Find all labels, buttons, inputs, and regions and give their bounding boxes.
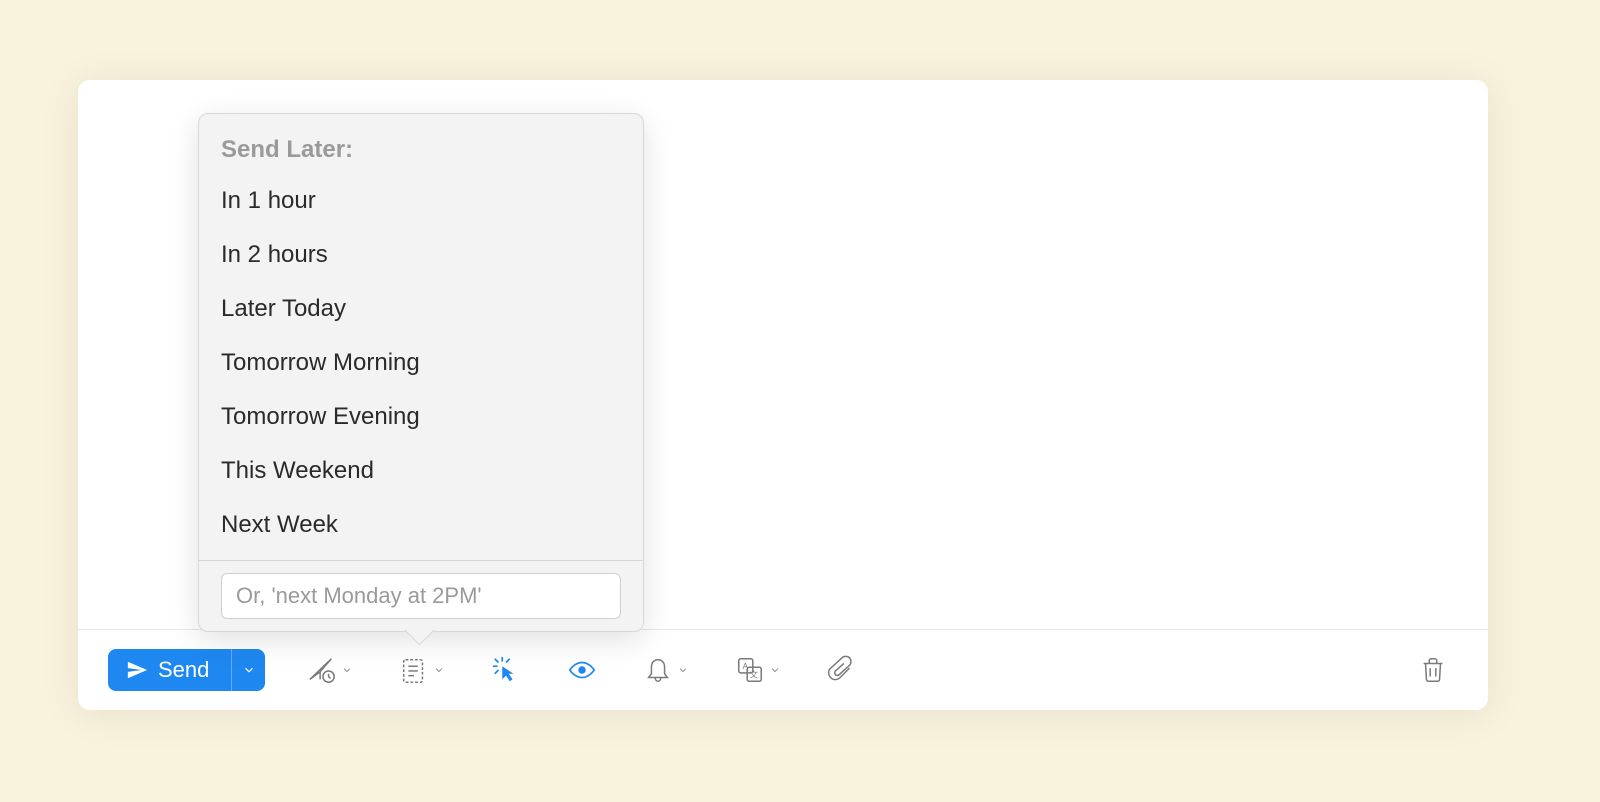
eye-icon <box>567 655 597 685</box>
send-later-option-weekend[interactable]: This Weekend <box>199 444 643 498</box>
paper-plane-icon <box>126 659 148 681</box>
chevron-down-icon <box>341 664 353 676</box>
send-button-group: Send <box>108 649 265 691</box>
bell-icon <box>643 655 673 685</box>
send-button-label: Send <box>158 657 209 683</box>
svg-text:文: 文 <box>750 670 759 680</box>
send-later-option-tomorrow-morning[interactable]: Tomorrow Morning <box>199 336 643 390</box>
translate-icon: A 文 <box>735 655 765 685</box>
send-later-option-2hours[interactable]: In 2 hours <box>199 228 643 282</box>
send-later-icon <box>307 655 337 685</box>
send-later-option-tomorrow-evening[interactable]: Tomorrow Evening <box>199 390 643 444</box>
chevron-down-icon <box>433 664 445 676</box>
chevron-down-icon <box>242 663 256 677</box>
send-later-option-next-week[interactable]: Next Week <box>199 498 643 552</box>
cursor-click-icon <box>491 655 521 685</box>
read-receipt-button[interactable] <box>557 647 607 693</box>
send-later-custom-input[interactable] <box>221 573 621 619</box>
send-later-option-1hour[interactable]: In 1 hour <box>199 174 643 228</box>
popover-title: Send Later: <box>199 114 643 174</box>
click-tracking-button[interactable] <box>481 647 531 693</box>
chevron-down-icon <box>677 664 689 676</box>
attachment-button[interactable] <box>817 647 867 693</box>
template-icon <box>399 655 429 685</box>
compose-toolbar: Send <box>78 630 1488 710</box>
popover-divider <box>199 560 643 561</box>
translate-button[interactable]: A 文 <box>725 647 791 693</box>
send-later-popover: Send Later: In 1 hour In 2 hours Later T… <box>198 113 644 632</box>
send-later-option-later-today[interactable]: Later Today <box>199 282 643 336</box>
delete-button[interactable] <box>1408 647 1458 693</box>
paperclip-icon <box>827 655 857 685</box>
reminder-button[interactable] <box>633 647 699 693</box>
send-later-button[interactable] <box>297 647 363 693</box>
compose-window: Send <box>78 80 1488 710</box>
svg-text:A: A <box>743 661 749 671</box>
send-dropdown-button[interactable] <box>231 649 265 691</box>
templates-button[interactable] <box>389 647 455 693</box>
chevron-down-icon <box>769 664 781 676</box>
trash-icon <box>1418 655 1448 685</box>
send-button[interactable]: Send <box>108 649 231 691</box>
